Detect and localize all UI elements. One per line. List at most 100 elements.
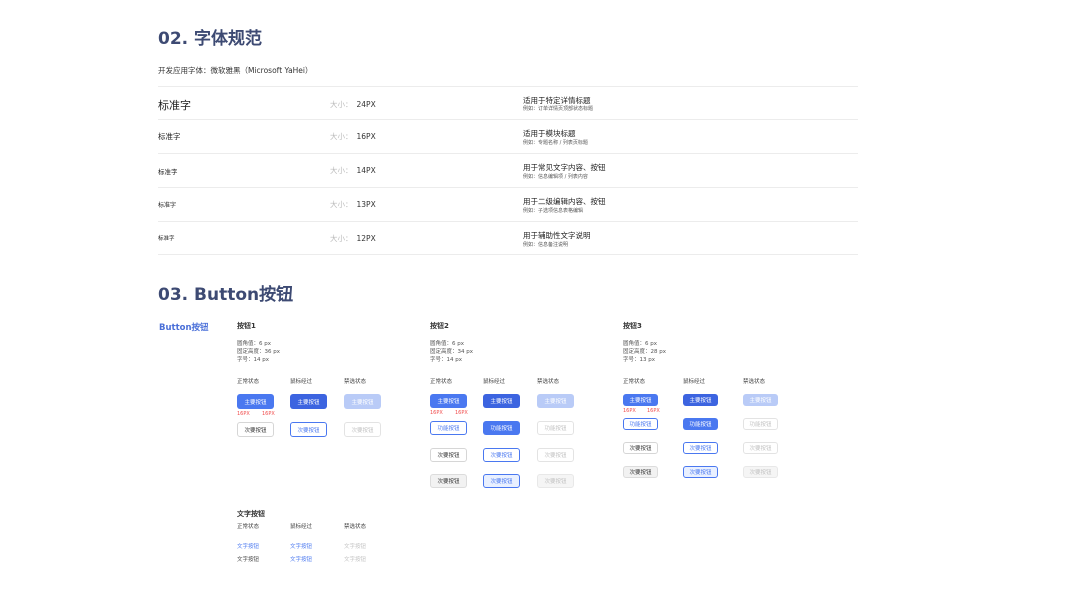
text-button[interactable]: 文字按钮 (237, 542, 259, 550)
size-value: 14PX (356, 166, 376, 175)
font-example: 例如：专题名称 / 列表页标题 (523, 140, 588, 146)
button-side-title: Button按钮 (159, 323, 209, 333)
primary-button[interactable]: 主要按钮 (623, 394, 658, 406)
font-example: 例如：信息备注说明 (523, 242, 569, 248)
primary-button-hover[interactable]: 主要按钮 (483, 394, 520, 408)
font-size: 大小： 14PX (330, 165, 376, 176)
font-example: 例如：订单详情页顶部状态标题 (523, 106, 594, 112)
font-sample: 标准字 (158, 202, 177, 209)
secondary-button[interactable]: 次要按钮 (237, 422, 274, 437)
font-example: 例如：信息编辑项 / 列表内容 (523, 174, 588, 180)
primary-button-disabled: 主要按钮 (743, 394, 778, 406)
secondary-grey-button-disabled: 次要按钮 (537, 474, 574, 488)
divider (158, 187, 858, 188)
spec-height: 固定高度：36 px (237, 349, 280, 355)
font-size: 大小： 13PX (330, 199, 376, 210)
font-intro: 开发应用字体：微软雅黑（Microsoft YaHei） (158, 66, 313, 75)
divider (158, 119, 858, 120)
secondary-button-disabled: 次要按钮 (537, 448, 574, 462)
size-value: 24PX (356, 100, 376, 109)
font-size: 大小： 16PX (330, 131, 376, 142)
state-hover-label: 鼠标经过 (483, 379, 506, 385)
secondary-button-hover[interactable]: 次要按钮 (290, 422, 327, 437)
primary-button[interactable]: 主要按钮 (237, 394, 274, 409)
divider (158, 153, 858, 154)
size-label: 大小： (330, 166, 353, 175)
primary-button-hover[interactable]: 主要按钮 (683, 394, 718, 406)
secondary-grey-button-disabled: 次要按钮 (743, 466, 778, 478)
spec-font: 字号：14 px (237, 357, 269, 363)
state-normal-label: 正常状态 (623, 379, 646, 385)
function-button-hover[interactable]: 功能按钮 (683, 418, 718, 430)
group-title: 按钮3 (623, 322, 642, 330)
secondary-button-hover[interactable]: 次要按钮 (683, 442, 718, 454)
font-usage: 适用于模块标题 (523, 129, 576, 138)
font-example: 例如：子选项信息表格编辑 (523, 208, 584, 214)
spec-font: 字号：14 px (430, 357, 462, 363)
secondary-grey-button-hover[interactable]: 次要按钮 (683, 466, 718, 478)
font-usage: 用于辅助性文字说明 (523, 231, 591, 240)
spec-height: 固定高度：28 px (623, 349, 666, 355)
state-hover-label: 鼠标经过 (290, 379, 313, 385)
secondary-button-hover[interactable]: 次要按钮 (483, 448, 520, 462)
secondary-button-disabled: 次要按钮 (344, 422, 381, 437)
state-normal-label: 正常状态 (237, 524, 260, 530)
function-button[interactable]: 功能按钮 (623, 418, 658, 430)
function-button-disabled: 功能按钮 (537, 421, 574, 435)
text-button-grey[interactable]: 文字按钮 (237, 555, 259, 563)
state-disabled-label: 禁选状态 (344, 379, 367, 385)
secondary-grey-button-hover[interactable]: 次要按钮 (483, 474, 520, 488)
secondary-button-disabled: 次要按钮 (743, 442, 778, 454)
spec-radius: 圆角值：6 px (623, 341, 657, 347)
size-value: 13PX (356, 200, 376, 209)
state-disabled-label: 禁选状态 (743, 379, 766, 385)
text-button-grey-hover[interactable]: 文字按钮 (290, 555, 312, 563)
font-size: 大小： 24PX (330, 99, 376, 110)
spec-radius: 圆角值：6 px (430, 341, 464, 347)
secondary-grey-button[interactable]: 次要按钮 (430, 474, 467, 488)
function-button[interactable]: 功能按钮 (430, 421, 467, 435)
font-sample: 标准字 (158, 99, 191, 112)
padding-label-right: 16PX (262, 411, 275, 417)
spec-font: 字号：13 px (623, 357, 655, 363)
secondary-button[interactable]: 次要按钮 (623, 442, 658, 454)
size-label: 大小： (330, 234, 353, 243)
state-disabled-label: 禁选状态 (344, 524, 367, 530)
font-usage: 用于常见文字内容、按钮 (523, 163, 606, 172)
padding-label-left: 16PX (623, 408, 636, 414)
text-button-disabled: 文字按钮 (344, 544, 367, 550)
size-label: 大小： (330, 132, 353, 141)
button-section-title: 03. Button按钮 (158, 285, 294, 305)
font-sample: 标准字 (158, 236, 175, 242)
primary-button-disabled: 主要按钮 (537, 394, 574, 408)
primary-button-disabled: 主要按钮 (344, 394, 381, 409)
group-title: 按钮2 (430, 322, 449, 330)
size-value: 12PX (356, 234, 376, 243)
divider (158, 86, 858, 87)
text-button-hover[interactable]: 文字按钮 (290, 542, 312, 550)
state-disabled-label: 禁选状态 (537, 379, 560, 385)
secondary-grey-button[interactable]: 次要按钮 (623, 466, 658, 478)
size-value: 16PX (356, 132, 376, 141)
primary-button[interactable]: 主要按钮 (430, 394, 467, 408)
divider (158, 221, 858, 222)
size-label: 大小： (330, 100, 353, 109)
group-title: 文字按钮 (237, 510, 265, 518)
secondary-button[interactable]: 次要按钮 (430, 448, 467, 462)
divider (158, 254, 858, 255)
font-sample: 标准字 (158, 132, 181, 141)
padding-label-right: 16PX (647, 408, 660, 414)
function-button-disabled: 功能按钮 (743, 418, 778, 430)
group-title: 按钮1 (237, 322, 256, 330)
padding-label-left: 16PX (237, 411, 250, 417)
font-usage: 用于二级编辑内容、按钮 (523, 197, 606, 206)
state-hover-label: 鼠标经过 (290, 524, 313, 530)
state-normal-label: 正常状态 (237, 379, 260, 385)
size-label: 大小： (330, 200, 353, 209)
padding-label-right: 16PX (455, 410, 468, 416)
state-hover-label: 鼠标经过 (683, 379, 706, 385)
primary-button-hover[interactable]: 主要按钮 (290, 394, 327, 409)
font-sample: 标准字 (158, 168, 178, 176)
function-button-hover[interactable]: 功能按钮 (483, 421, 520, 435)
text-button-grey-disabled: 文字按钮 (344, 557, 367, 563)
